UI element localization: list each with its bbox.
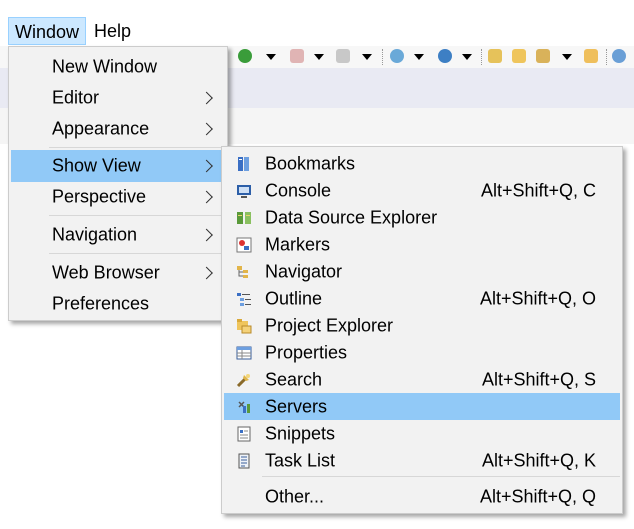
new-server-dropdown-arrow[interactable]: [414, 54, 424, 60]
chevron-right-icon: [200, 159, 213, 173]
menu-item-label: Other...: [265, 486, 325, 507]
menu-item-label: Servers: [265, 396, 328, 416]
chevron-right-icon: [200, 122, 213, 136]
outline-icon: [236, 291, 252, 307]
properties-icon: [236, 345, 252, 361]
menu-item-appearance[interactable]: Appearance: [11, 113, 225, 145]
menu-bar: Window Help: [0, 16, 634, 46]
menu-separator: [262, 476, 620, 477]
menu-item-label: Task List: [265, 450, 336, 470]
web-browser-icon[interactable]: [612, 49, 626, 63]
menu-item-shortcut: Alt+Shift+Q, C: [480, 180, 596, 200]
menu-item-new-window[interactable]: New Window: [11, 51, 225, 83]
new-java-class-icon[interactable]: [438, 49, 452, 63]
menu-item-label: Navigator: [265, 261, 343, 281]
menu-item-label: Navigation: [52, 224, 138, 245]
menu-item-servers[interactable]: Servers: [224, 393, 620, 420]
menu-item-show-view[interactable]: Show View: [11, 150, 225, 182]
search-icon: [236, 372, 252, 388]
menu-item-label: Web Browser: [52, 262, 160, 283]
open-project-icon[interactable]: [584, 49, 598, 63]
menu-item-label: Console: [265, 180, 332, 200]
snippets-icon: [236, 426, 252, 442]
menu-separator: [49, 253, 225, 254]
menu-item-task-list[interactable]: Task List Alt+Shift+Q, K: [224, 447, 620, 474]
menu-item-perspective[interactable]: Perspective: [11, 181, 225, 213]
menu-item-project-explorer[interactable]: Project Explorer: [224, 312, 620, 339]
menu-item-label: Snippets: [265, 423, 336, 443]
menu-item-shortcut: Alt+Shift+Q, Q: [479, 486, 596, 507]
menu-item-label: Outline: [265, 288, 323, 308]
open-type-icon[interactable]: [488, 49, 502, 63]
run-dropdown-arrow[interactable]: [266, 54, 276, 60]
new-server-icon[interactable]: [390, 49, 404, 63]
chevron-right-icon: [200, 190, 213, 204]
menu-item-navigator[interactable]: Navigator: [224, 258, 620, 285]
console-icon: [236, 183, 252, 199]
menu-item-markers[interactable]: Markers: [224, 231, 620, 258]
external-tools-dropdown-arrow[interactable]: [362, 54, 372, 60]
project-explorer-icon: [236, 318, 252, 334]
menu-item-shortcut: Alt+Shift+Q, O: [479, 288, 596, 308]
open-folder-icon[interactable]: [512, 49, 526, 63]
menu-item-preferences[interactable]: Preferences: [11, 288, 225, 320]
chevron-right-icon: [200, 228, 213, 242]
stop-icon[interactable]: [290, 49, 304, 63]
servers-icon: [236, 399, 252, 415]
menu-item-label: Preferences: [52, 293, 150, 314]
menu-item-properties[interactable]: Properties: [224, 339, 620, 366]
menu-help[interactable]: Help: [88, 17, 137, 45]
menu-item-other[interactable]: Other... Alt+Shift+Q, Q: [224, 482, 620, 512]
run-icon[interactable]: [238, 49, 252, 63]
menu-item-label: Bookmarks: [265, 153, 356, 173]
chevron-right-icon: [200, 91, 213, 105]
bookmarks-icon: [236, 156, 252, 172]
menu-item-label: Appearance: [52, 118, 150, 139]
menu-item-label: Editor: [52, 87, 100, 108]
menu-item-shortcut: Alt+Shift+Q, S: [481, 369, 596, 389]
menu-item-label: Project Explorer: [265, 315, 394, 335]
menu-item-snippets[interactable]: Snippets: [224, 420, 620, 447]
external-tools-icon[interactable]: [336, 49, 350, 63]
menu-item-bookmarks[interactable]: Bookmarks: [224, 150, 620, 177]
menu-item-search[interactable]: Search Alt+Shift+Q, S: [224, 366, 620, 393]
data-source-explorer-icon: [236, 210, 252, 226]
menu-item-navigation[interactable]: Navigation: [11, 219, 225, 251]
toolbar-separator: [481, 49, 482, 65]
menu-item-label: Show View: [52, 155, 141, 176]
menu-item-shortcut: Alt+Shift+Q, K: [481, 450, 596, 470]
menu-item-data-source-explorer[interactable]: Data Source Explorer: [224, 204, 620, 231]
menu-separator: [49, 215, 225, 216]
menu-item-label: Perspective: [52, 186, 147, 207]
toolbar-separator: [382, 49, 383, 65]
window-menu: New Window Editor Appearance Show View P…: [8, 46, 228, 321]
menu-item-label: New Window: [52, 56, 158, 77]
show-view-submenu: Bookmarks Console Alt+Shift+Q, C Data So…: [221, 146, 623, 514]
menu-item-label: Data Source Explorer: [265, 207, 438, 227]
toolbar-separator: [606, 49, 607, 65]
menu-item-console[interactable]: Console Alt+Shift+Q, C: [224, 177, 620, 204]
search-dropdown-arrow[interactable]: [562, 54, 572, 60]
menu-separator: [49, 147, 225, 148]
menu-item-web-browser[interactable]: Web Browser: [11, 257, 225, 289]
navigator-icon: [236, 264, 252, 280]
menu-item-editor[interactable]: Editor: [11, 82, 225, 114]
stop-dropdown-arrow[interactable]: [314, 54, 324, 60]
menu-item-label: Properties: [265, 342, 348, 362]
task-list-icon: [236, 453, 252, 469]
menu-window[interactable]: Window: [8, 17, 87, 45]
menu-item-label: Search: [265, 369, 323, 389]
search-tool-icon[interactable]: [536, 49, 550, 63]
new-java-class-dropdown-arrow[interactable]: [462, 54, 472, 60]
chevron-right-icon: [200, 266, 213, 280]
menu-item-outline[interactable]: Outline Alt+Shift+Q, O: [224, 285, 620, 312]
menu-item-label: Markers: [265, 234, 331, 254]
markers-icon: [236, 237, 252, 253]
